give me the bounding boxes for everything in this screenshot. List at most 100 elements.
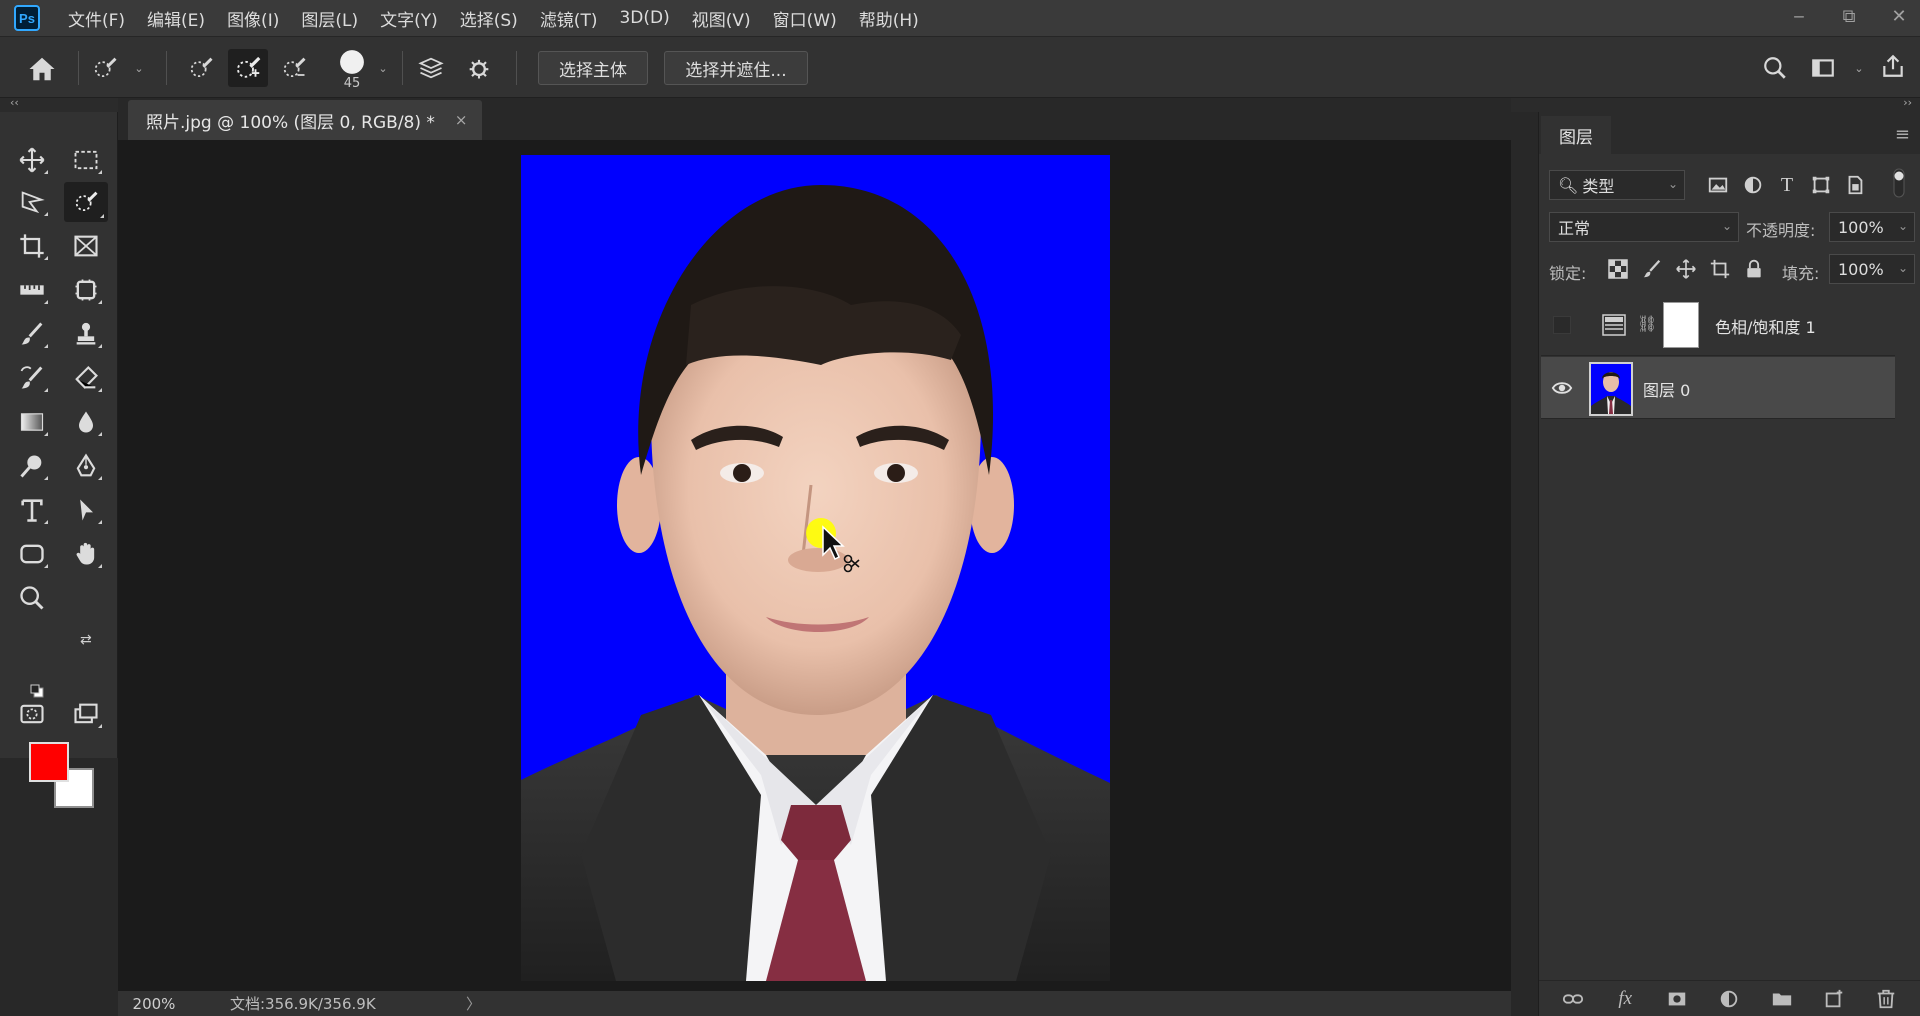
restore-button[interactable]: ⧉	[1838, 6, 1860, 27]
collapse-right-icon[interactable]: ››	[1903, 96, 1912, 109]
clone-stamp-tool-icon[interactable]	[66, 316, 106, 352]
search-icon[interactable]	[1760, 53, 1790, 83]
layers-tab[interactable]: 图层	[1541, 116, 1611, 154]
chevron-down-icon[interactable]: ⌄	[376, 61, 390, 75]
new-selection-icon[interactable]	[184, 51, 218, 85]
shape-filter-icon[interactable]	[1808, 172, 1834, 198]
lock-artboard-icon[interactable]	[1707, 256, 1733, 282]
tool-preset-icon[interactable]	[88, 51, 122, 85]
frame-tool-icon[interactable]	[66, 228, 106, 264]
subtract-from-selection-icon[interactable]	[277, 51, 311, 85]
layer-mask-thumbnail[interactable]	[1663, 302, 1699, 348]
lock-position-icon[interactable]	[1673, 256, 1699, 282]
close-button[interactable]: ✕	[1888, 6, 1910, 27]
smart-object-filter-icon[interactable]	[1842, 172, 1868, 198]
menu-select[interactable]: 选择(S)	[460, 6, 518, 31]
marquee-tool-icon[interactable]	[66, 142, 106, 178]
select-and-mask-button[interactable]: 选择并遮住...	[664, 51, 808, 85]
sample-all-layers-icon[interactable]	[414, 51, 448, 85]
chevron-down-icon[interactable]: ⌄	[132, 61, 146, 75]
foreground-color-swatch[interactable]	[29, 742, 69, 782]
rectangle-tool-icon[interactable]	[12, 536, 52, 572]
type-tool-icon[interactable]	[12, 492, 52, 528]
lock-all-icon[interactable]	[1741, 256, 1767, 282]
pen-tool-icon[interactable]	[66, 448, 106, 484]
link-layers-icon[interactable]	[1560, 986, 1586, 1012]
document-tab-bar: 照片.jpg @ 100% (图层 0, RGB/8) * ×	[118, 98, 1511, 140]
blur-tool-icon[interactable]	[66, 404, 106, 440]
document-tab[interactable]: 照片.jpg @ 100% (图层 0, RGB/8) * ×	[128, 100, 482, 140]
swap-colors-icon[interactable]: ⇄	[80, 632, 96, 648]
layer-row-hue-saturation[interactable]: ⛓︎ 色相/饱和度 1	[1541, 294, 1895, 356]
portrait-photo[interactable]	[521, 155, 1110, 981]
layer-filter-value: 类型	[1582, 177, 1615, 196]
chevron-down-icon[interactable]: ⌄	[1852, 61, 1866, 75]
history-brush-tool-icon[interactable]	[12, 360, 52, 396]
menu-view[interactable]: 视图(V)	[692, 6, 751, 31]
crop-tool-icon[interactable]	[12, 228, 52, 264]
dodge-tool-icon[interactable]	[12, 448, 52, 484]
menu-image[interactable]: 图像(I)	[227, 6, 279, 31]
layer-filter-select[interactable]: 🔍︎ 类型 ⌄	[1549, 170, 1685, 200]
document-tab-title: 照片.jpg @ 100% (图层 0, RGB/8) *	[146, 112, 435, 133]
brush-tool-icon[interactable]	[12, 316, 52, 352]
menu-file[interactable]: 文件(F)	[68, 6, 125, 31]
home-icon[interactable]	[22, 49, 62, 89]
menu-window[interactable]: 窗口(W)	[773, 6, 837, 31]
eraser-tool-icon[interactable]	[66, 360, 106, 396]
type-filter-icon[interactable]: T	[1774, 172, 1800, 198]
select-subject-button[interactable]: 选择主体	[538, 51, 648, 85]
delete-layer-icon[interactable]	[1873, 986, 1899, 1012]
workspace-icon[interactable]	[1808, 53, 1838, 83]
filter-toggle-icon[interactable]	[1891, 168, 1907, 198]
enhance-edge-icon[interactable]	[462, 51, 496, 85]
eye-icon[interactable]	[1551, 377, 1573, 399]
menu-type[interactable]: 文字(Y)	[380, 6, 438, 31]
layer-style-fx-icon[interactable]: fx	[1612, 986, 1638, 1012]
menu-edit[interactable]: 编辑(E)	[147, 6, 205, 31]
ruler-tool-icon[interactable]	[12, 272, 52, 308]
menu-layer[interactable]: 图层(L)	[301, 6, 358, 31]
adjustment-filter-icon[interactable]	[1740, 172, 1766, 198]
opacity-input[interactable]: 100% ⌄	[1829, 212, 1915, 242]
zoom-tool-icon[interactable]	[12, 580, 52, 616]
collapse-left-icon[interactable]: ‹‹	[10, 96, 19, 109]
layer-row-layer0[interactable]: 图层 0	[1541, 357, 1895, 419]
blend-mode-select[interactable]: 正常 ⌄	[1549, 212, 1739, 242]
new-layer-icon[interactable]	[1821, 986, 1847, 1012]
new-adjustment-layer-icon[interactable]	[1716, 986, 1742, 1012]
hand-tool-icon[interactable]	[66, 536, 106, 572]
menu-help[interactable]: 帮助(H)	[859, 6, 919, 31]
patch-tool-icon[interactable]	[66, 272, 106, 308]
menu-filter[interactable]: 滤镜(T)	[540, 6, 598, 31]
mask-link-icon[interactable]: ⛓︎	[1637, 314, 1657, 338]
pixel-filter-icon[interactable]	[1705, 172, 1731, 198]
fill-input[interactable]: 100% ⌄	[1829, 254, 1915, 284]
minimize-button[interactable]: ‒	[1788, 6, 1810, 27]
status-menu-arrow[interactable]: 〉	[466, 993, 481, 1014]
menu-3d[interactable]: 3D(D)	[619, 8, 669, 28]
brush-size-icon[interactable]	[337, 47, 367, 77]
quick-selection-tool-icon[interactable]	[64, 182, 108, 222]
window-controls: ‒ ⧉ ✕	[1788, 0, 1910, 32]
layer-thumbnail[interactable]	[1589, 362, 1633, 416]
move-tool-icon[interactable]	[12, 142, 52, 178]
layer-name[interactable]: 图层 0	[1643, 377, 1690, 401]
visibility-toggle-off[interactable]	[1553, 316, 1571, 334]
zoom-level-field[interactable]: 200%	[118, 991, 190, 1016]
quick-mask-icon[interactable]	[12, 696, 52, 732]
screen-mode-icon[interactable]	[66, 696, 106, 732]
scissors-cursor-icon	[821, 525, 861, 575]
lasso-tool-icon[interactable]	[12, 184, 52, 220]
lock-image-pixels-icon[interactable]	[1639, 256, 1665, 282]
gradient-tool-icon[interactable]	[12, 404, 52, 440]
panel-menu-icon[interactable]: ≡	[1895, 124, 1910, 145]
new-group-folder-icon[interactable]	[1769, 986, 1795, 1012]
close-tab-icon[interactable]: ×	[455, 111, 468, 129]
add-mask-icon[interactable]	[1664, 986, 1690, 1012]
lock-transparent-pixels-icon[interactable]	[1605, 256, 1631, 282]
add-to-selection-icon[interactable]	[228, 49, 268, 87]
share-icon[interactable]	[1878, 51, 1908, 81]
path-selection-tool-icon[interactable]	[66, 492, 106, 528]
layer-name[interactable]: 色相/饱和度 1	[1715, 314, 1816, 338]
